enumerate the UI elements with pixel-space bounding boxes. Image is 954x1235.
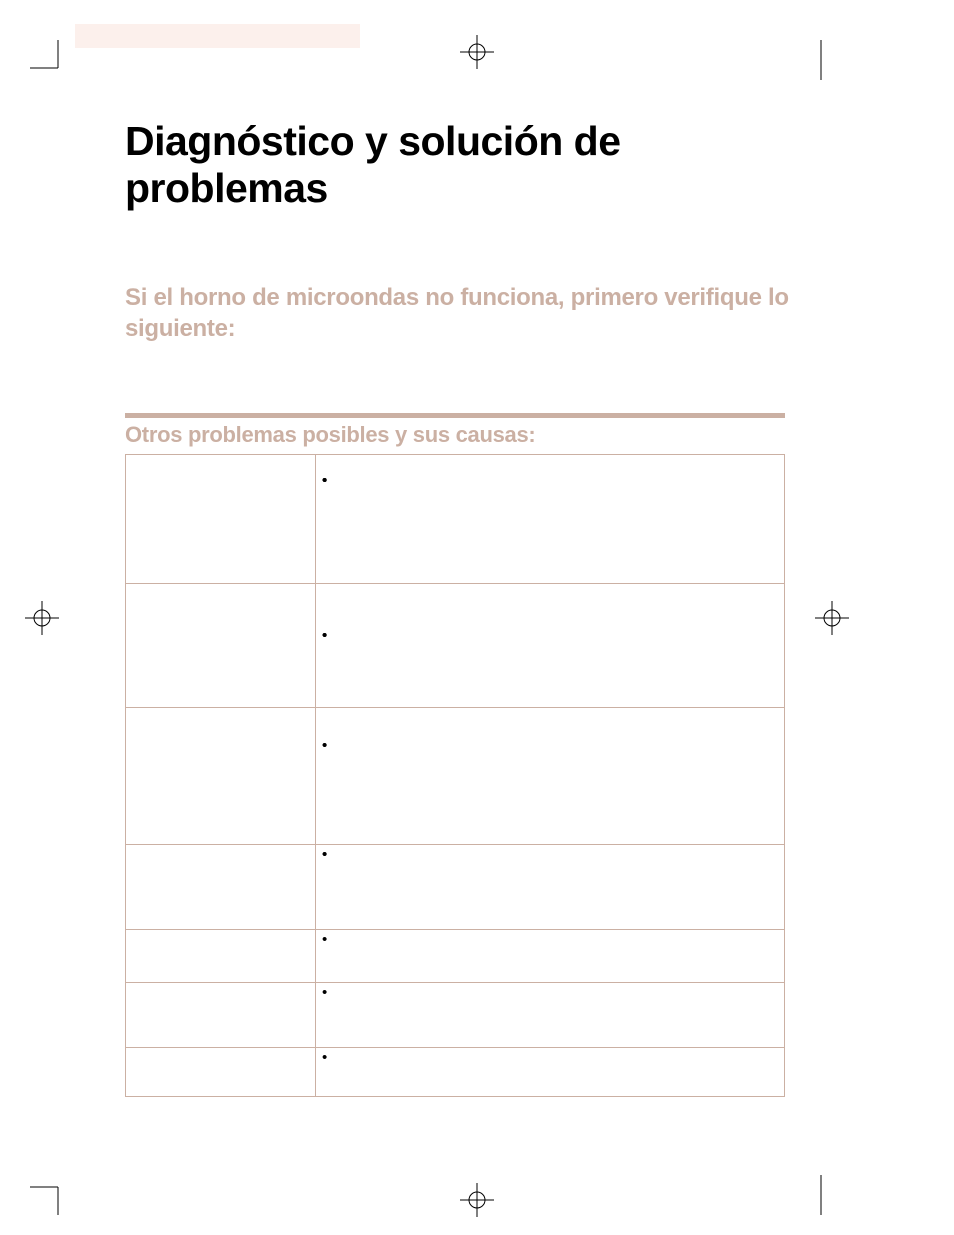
page-subtitle: Si el horno de microondas no funciona, p… bbox=[125, 282, 805, 344]
crop-mark-top-right bbox=[809, 40, 849, 80]
crop-mark-top-left bbox=[30, 40, 70, 80]
causes-cell bbox=[316, 707, 785, 844]
registration-mark-top bbox=[460, 35, 494, 69]
table-row bbox=[126, 929, 785, 982]
causes-cell bbox=[316, 982, 785, 1047]
causes-cell bbox=[316, 583, 785, 707]
troubleshooting-table-section: Otros problemas posibles y sus causas: bbox=[125, 413, 785, 1097]
problem-cell bbox=[126, 929, 316, 982]
problem-cell bbox=[126, 1047, 316, 1096]
table-row bbox=[126, 1047, 785, 1096]
registration-mark-left bbox=[25, 601, 59, 635]
problem-cell bbox=[126, 583, 316, 707]
causes-cell bbox=[316, 929, 785, 982]
causes-cell bbox=[316, 454, 785, 583]
table-row bbox=[126, 454, 785, 583]
crop-mark-bottom-right bbox=[809, 1175, 849, 1215]
page-content: Diagnóstico y solución de problemas Si e… bbox=[125, 118, 805, 1097]
causes-cell bbox=[316, 1047, 785, 1096]
table-row bbox=[126, 982, 785, 1047]
causes-cell bbox=[316, 844, 785, 929]
highlight-bar bbox=[75, 24, 360, 48]
page-title: Diagnóstico y solución de problemas bbox=[125, 118, 805, 212]
problem-cell bbox=[126, 707, 316, 844]
problem-cell bbox=[126, 454, 316, 583]
table-row bbox=[126, 844, 785, 929]
table-title: Otros problemas posibles y sus causas: bbox=[125, 422, 785, 448]
table-top-rule bbox=[125, 413, 785, 418]
problem-cell bbox=[126, 844, 316, 929]
crop-mark-bottom-left bbox=[30, 1175, 70, 1215]
registration-mark-right bbox=[815, 601, 849, 635]
troubleshooting-table bbox=[125, 454, 785, 1097]
problem-cell bbox=[126, 982, 316, 1047]
table-row bbox=[126, 707, 785, 844]
registration-mark-bottom bbox=[460, 1183, 494, 1217]
table-row bbox=[126, 583, 785, 707]
